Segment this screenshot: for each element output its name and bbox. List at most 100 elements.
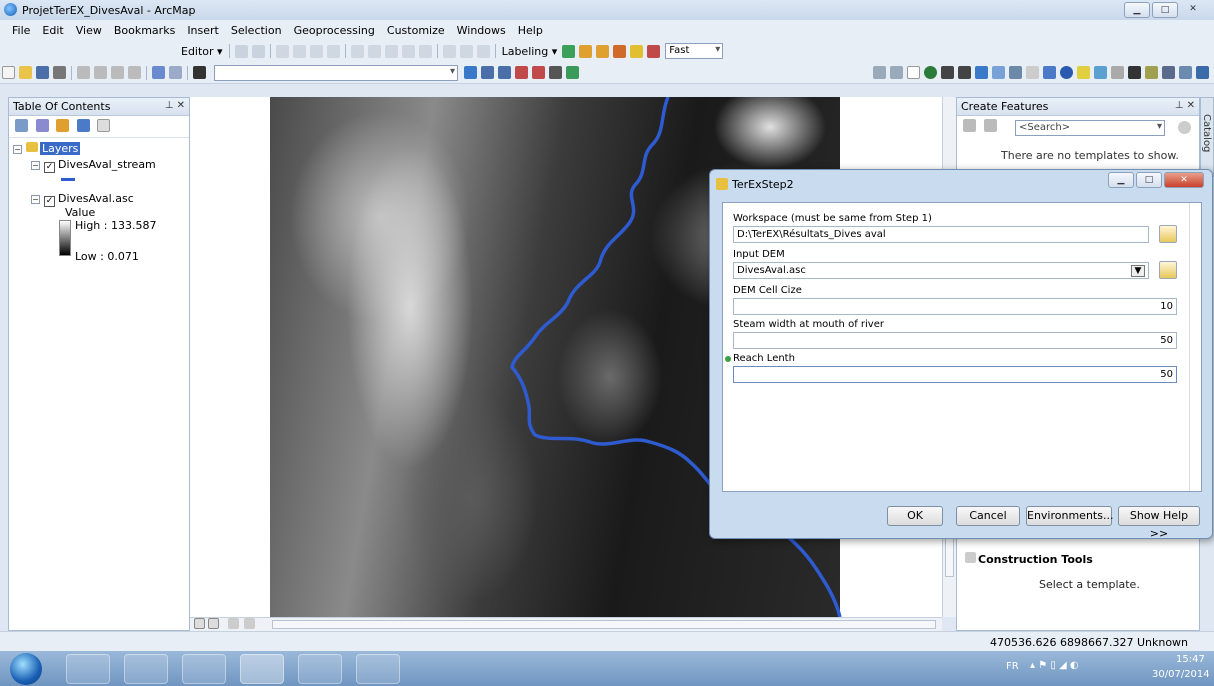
lock-labels-icon[interactable]	[613, 44, 627, 58]
select-elements-icon[interactable]	[1043, 66, 1056, 79]
editor-toolbar-icon[interactable]	[464, 66, 477, 79]
save-icon[interactable]	[36, 66, 49, 79]
cancel-button[interactable]: Cancel	[956, 506, 1020, 526]
labeling-quality-select[interactable]: Fast	[665, 43, 724, 59]
menu-bookmarks[interactable]: Bookmarks	[108, 24, 181, 37]
language-indicator[interactable]: FR	[1006, 661, 1019, 672]
label-priority-icon[interactable]	[579, 44, 593, 58]
refresh-icon[interactable]	[228, 618, 239, 629]
topology-icon[interactable]	[350, 44, 364, 58]
cut-icon[interactable]	[77, 66, 90, 79]
close-button[interactable]: ✕	[1180, 2, 1206, 18]
label-manager-icon[interactable]	[562, 44, 576, 58]
labeling-menu[interactable]: Labeling ▾	[499, 45, 561, 58]
hyperlink-icon[interactable]	[1077, 66, 1090, 79]
tray-icons[interactable]: ▴ ⚑ ▯ ◢ ◐	[1030, 660, 1079, 671]
menu-geoprocessing[interactable]: Geoprocessing	[288, 24, 381, 37]
split-icon[interactable]	[326, 44, 340, 58]
editor-menu[interactable]: Editor ▾	[178, 45, 226, 58]
taskbar-ie-icon[interactable]	[66, 654, 110, 684]
paste-icon[interactable]	[111, 66, 124, 79]
legend-color-ramp[interactable]	[59, 220, 71, 256]
pan-icon[interactable]	[907, 66, 920, 79]
stream-width-input[interactable]: 50	[733, 332, 1177, 349]
menu-view[interactable]: View	[70, 24, 108, 37]
search-icon[interactable]	[1178, 121, 1191, 134]
data-view-icon[interactable]	[194, 618, 205, 629]
time-slider-icon[interactable]	[1179, 66, 1192, 79]
python-window-icon[interactable]	[549, 66, 562, 79]
create-features-pin-close-icon[interactable]: ⊥ ✕	[1175, 100, 1195, 111]
organize-templates-icon[interactable]	[963, 119, 976, 132]
go-to-xy-icon[interactable]	[1162, 66, 1175, 79]
find-icon[interactable]	[1128, 66, 1141, 79]
measure-icon[interactable]	[1111, 66, 1124, 79]
pin-close-icon[interactable]: ⊥ ✕	[165, 100, 185, 111]
arctoolbox-icon[interactable]	[532, 66, 545, 79]
layout-view-icon[interactable]	[208, 618, 219, 629]
map-scale-select[interactable]	[214, 64, 458, 81]
menu-edit[interactable]: Edit	[36, 24, 69, 37]
back-extent-icon[interactable]	[975, 66, 988, 79]
fixed-zoom-in-icon[interactable]	[941, 66, 954, 79]
edit-annotation-icon[interactable]	[251, 44, 265, 58]
print-icon[interactable]	[53, 66, 66, 79]
search-window-icon[interactable]	[515, 66, 528, 79]
identify-icon[interactable]	[1060, 66, 1073, 79]
template-search-input[interactable]: <Search>	[1015, 120, 1165, 136]
cut-polygon-icon[interactable]	[401, 44, 415, 58]
toc-layer-stream[interactable]: − ✓ DivesAval_stream	[31, 158, 156, 173]
taskbar-explorer-icon[interactable]	[124, 654, 168, 684]
minimize-button[interactable]: ▁	[1124, 2, 1150, 18]
zoom-in-icon[interactable]	[873, 66, 886, 79]
menu-help[interactable]: Help	[512, 24, 549, 37]
zoom-out-icon[interactable]	[890, 66, 903, 79]
pause-labeling-icon[interactable]	[630, 44, 644, 58]
menu-selection[interactable]: Selection	[225, 24, 288, 37]
find-route-icon[interactable]	[1145, 66, 1158, 79]
workspace-input[interactable]: D:\TerEX\Résultats_Dives aval	[733, 226, 1149, 243]
dialog-close-button[interactable]: ✕	[1164, 172, 1204, 188]
straight-segment-icon[interactable]	[275, 44, 289, 58]
scroll-thumb[interactable]	[272, 620, 936, 629]
create-viewer-icon[interactable]	[1196, 66, 1209, 79]
menu-customize[interactable]: Customize	[381, 24, 451, 37]
taskbar-paint-icon[interactable]	[298, 654, 342, 684]
copy-icon[interactable]	[94, 66, 107, 79]
rotate-icon[interactable]	[418, 44, 432, 58]
add-data-icon[interactable]	[193, 66, 206, 79]
clear-selection-icon[interactable]	[1026, 66, 1039, 79]
workspace-browse-icon[interactable]	[1159, 225, 1177, 243]
dem-visibility-checkbox[interactable]: ✓	[44, 196, 55, 207]
toc-layer-dem[interactable]: − ✓ DivesAval.asc	[31, 192, 134, 207]
create-features-icon[interactable]	[476, 44, 490, 58]
clock-date[interactable]: 30/07/2014	[1152, 669, 1210, 680]
input-dem-select[interactable]: DivesAval.asc	[733, 262, 1149, 279]
catalog-side-tab[interactable]: Catalog	[1200, 97, 1214, 177]
chevron-down-icon[interactable]: ▼	[1131, 265, 1145, 277]
pause-drawing-icon[interactable]	[244, 618, 255, 629]
label-weight-icon[interactable]	[596, 44, 610, 58]
full-extent-icon[interactable]	[924, 66, 937, 79]
modelbuilder-icon[interactable]	[566, 66, 579, 79]
taskbar-arcmap-icon[interactable]	[240, 654, 284, 684]
dialog-maximize-button[interactable]: □	[1136, 172, 1162, 188]
menu-file[interactable]: File	[6, 24, 36, 37]
trace-icon[interactable]	[292, 44, 306, 58]
cellsize-input[interactable]: 10	[733, 298, 1177, 315]
list-by-selection-icon[interactable]	[76, 119, 90, 132]
filter-icon[interactable]	[983, 119, 997, 132]
forward-extent-icon[interactable]	[992, 66, 1005, 79]
input-dem-browse-icon[interactable]	[1159, 261, 1177, 279]
ok-button[interactable]: OK	[887, 506, 943, 526]
map-horizontal-scrollbar[interactable]	[190, 617, 942, 631]
attributes-icon[interactable]	[442, 44, 456, 58]
fixed-zoom-out-icon[interactable]	[958, 66, 971, 79]
environments-button[interactable]: Environments...	[1026, 506, 1113, 526]
view-unplaced-icon[interactable]	[647, 44, 661, 58]
dialog-scrollbar[interactable]	[1189, 203, 1201, 491]
taskbar-app-icon[interactable]	[356, 654, 400, 684]
show-help-button[interactable]: Show Help >>	[1118, 506, 1200, 540]
maximize-button[interactable]: □	[1152, 2, 1178, 18]
edit-tool-icon[interactable]	[234, 44, 248, 58]
